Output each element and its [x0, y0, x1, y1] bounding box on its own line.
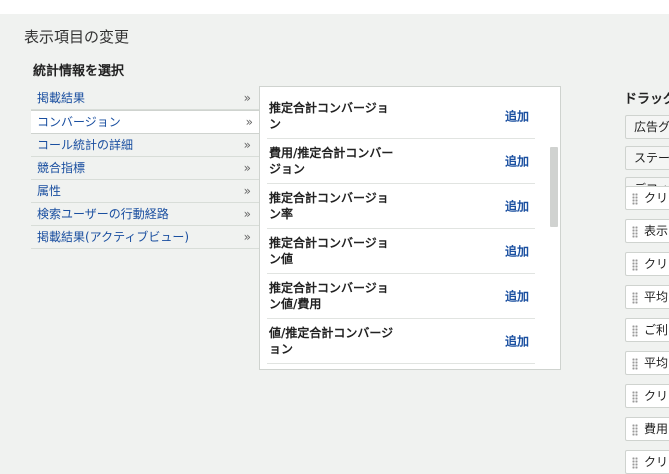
- selected-column-item[interactable]: 費用: [625, 417, 669, 441]
- selected-column-item[interactable]: ご利: [625, 318, 669, 342]
- drag-handle-icon[interactable]: [632, 456, 638, 469]
- selected-column-label: クリッ: [644, 191, 669, 205]
- selected-column-item[interactable]: クリッ: [625, 252, 669, 276]
- category-label: 掲載結果: [37, 91, 86, 105]
- metric-name: 値/推定合計コンバージョン: [269, 326, 394, 356]
- selected-column-label: クリッ: [644, 389, 669, 403]
- category-attributes[interactable]: 属性 »: [31, 180, 259, 203]
- selected-column-item[interactable]: 平均: [625, 285, 669, 309]
- selected-column-label: 費用: [644, 422, 669, 436]
- metric-row: 値/推定合計コンバージョン 追加: [267, 319, 535, 364]
- metric-row: 推定合計コンバージョン値 追加: [267, 229, 535, 274]
- drag-handle-icon[interactable]: [632, 225, 638, 238]
- selected-column-item[interactable]: 表示: [625, 219, 669, 243]
- chevron-right-icon: »: [243, 138, 251, 152]
- selected-column-label: ご利: [644, 323, 669, 337]
- add-metric-link[interactable]: 追加: [505, 288, 529, 305]
- add-metric-link[interactable]: 追加: [505, 243, 529, 260]
- category-competitive-metrics[interactable]: 競合指標 »: [31, 157, 259, 180]
- add-metric-link[interactable]: 追加: [505, 153, 529, 170]
- status-button[interactable]: ステー: [625, 146, 669, 170]
- chevron-right-icon: »: [243, 91, 251, 105]
- metric-row: 費用/推定合計コンバージョン 追加: [267, 139, 535, 184]
- drag-handle-icon[interactable]: [632, 192, 638, 205]
- category-label: 掲載結果(アクティブビュー): [37, 230, 190, 244]
- metric-list-panel: 推定合計コンバージョン 追加 費用/推定合計コンバージョン 追加 推定合計コンバ…: [259, 86, 561, 370]
- drag-handle-icon[interactable]: [632, 423, 638, 436]
- metric-name: 推定合計コンバージョン率: [269, 191, 389, 221]
- chevron-right-icon: »: [243, 161, 251, 175]
- chevron-right-icon: »: [243, 184, 251, 198]
- category-call-details[interactable]: コール統計の詳細 »: [31, 134, 259, 157]
- drag-handle-icon[interactable]: [632, 324, 638, 337]
- category-label: コンバージョン: [37, 115, 121, 129]
- metric-row: 推定合計コンバージョン値/費用 追加: [267, 274, 535, 319]
- category-label: コール統計の詳細: [37, 138, 134, 152]
- selected-column-item[interactable]: クリッ: [625, 384, 669, 408]
- top-frame-bar: [0, 0, 669, 14]
- drag-handle-icon[interactable]: [632, 291, 638, 304]
- chevron-right-icon: »: [243, 207, 251, 221]
- category-label: 検索ユーザーの行動経路: [37, 207, 169, 221]
- selected-column-item[interactable]: 平均: [625, 351, 669, 375]
- add-metric-link[interactable]: 追加: [505, 333, 529, 350]
- page-title: 表示項目の変更: [24, 28, 130, 46]
- select-stats-heading: 統計情報を選択: [33, 64, 125, 79]
- selected-column-label: クリッ: [644, 455, 669, 469]
- category-performance[interactable]: 掲載結果 »: [31, 87, 259, 110]
- category-search-funnel[interactable]: 検索ユーザーの行動経路 »: [31, 203, 259, 226]
- drag-handle-icon[interactable]: [632, 390, 638, 403]
- metric-name: 推定合計コンバージョン値/費用: [269, 281, 389, 311]
- category-label: 属性: [37, 184, 62, 198]
- metric-name: 推定合計コンバージョン: [269, 101, 389, 131]
- category-list: 掲載結果 » コンバージョン » コール統計の詳細 » 競合指標 » 属性 » …: [31, 87, 261, 249]
- selected-column-label: クリッ: [644, 257, 669, 271]
- category-active-view[interactable]: 掲載結果(アクティブビュー) »: [31, 226, 259, 249]
- ad-group-button[interactable]: 広告グ: [625, 115, 669, 139]
- metric-row: 推定合計コンバージョン 追加: [267, 94, 535, 139]
- add-metric-link[interactable]: 追加: [505, 198, 529, 215]
- selected-column-label: 表示: [644, 224, 669, 238]
- metric-name: 費用/推定合計コンバージョン: [269, 146, 394, 176]
- category-label: 競合指標: [37, 161, 86, 175]
- category-conversions[interactable]: コンバージョン »: [31, 110, 261, 134]
- drag-handle-icon[interactable]: [632, 258, 638, 271]
- selected-column-label: 平均: [644, 356, 669, 370]
- drag-handle-icon[interactable]: [632, 357, 638, 370]
- chevron-right-icon: »: [245, 115, 253, 129]
- drag-heading: ドラッグ: [624, 92, 669, 107]
- selected-column-label: 平均: [644, 290, 669, 304]
- selected-column-item[interactable]: クリッ: [625, 450, 669, 474]
- metric-list-scroll-thumb[interactable]: [550, 147, 558, 227]
- metric-name: 推定合計コンバージョン値: [269, 236, 389, 266]
- metric-row: 推定合計コンバージョン率 追加: [267, 184, 535, 229]
- add-metric-link[interactable]: 追加: [505, 108, 529, 125]
- metric-list-scroll-track[interactable]: [549, 88, 559, 366]
- chevron-right-icon: »: [243, 230, 251, 244]
- selected-column-item[interactable]: クリッ: [625, 186, 669, 210]
